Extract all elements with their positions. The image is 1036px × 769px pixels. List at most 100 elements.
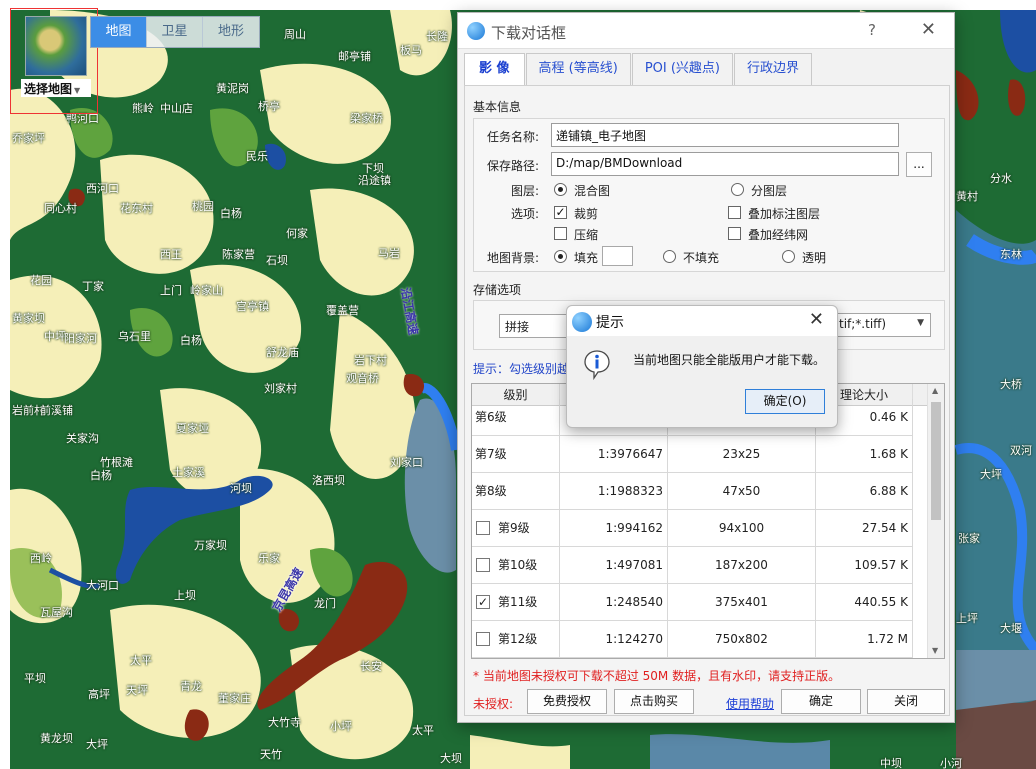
layer-split-radio[interactable]	[731, 183, 744, 196]
overlay-graticule-label: 叠加经纬网	[748, 228, 809, 242]
cell-size: 187x200	[668, 547, 816, 584]
map-type-tabs: 地图 卫星 地形	[90, 16, 260, 48]
close-icon[interactable]: ✕	[809, 309, 824, 330]
free-license-button[interactable]: 免费授权	[527, 689, 607, 714]
place-label: 花园	[30, 274, 52, 287]
background-fill-radio[interactable]	[554, 250, 567, 263]
storage-format-select[interactable]: tif;*.tiff) ▼	[833, 313, 931, 337]
help-link[interactable]: 使用帮助	[726, 695, 774, 712]
tab-elevation[interactable]: 高程 (等高线)	[525, 53, 631, 85]
place-label: 前溪铺	[40, 404, 73, 417]
level-checkbox[interactable]	[476, 521, 490, 535]
table-row[interactable]: 第8级 1:1988323 47x50 6.88 K	[472, 473, 913, 510]
table-row[interactable]: 第12级 1:124270 750x802 1.72 M	[472, 621, 913, 658]
background-nofill-radio[interactable]	[663, 250, 676, 263]
place-label: 瓦屋沟	[40, 606, 73, 619]
level-checkbox[interactable]: ✓	[476, 595, 490, 609]
tab-satellite[interactable]: 卫星	[147, 17, 203, 47]
place-label: 中坝	[880, 757, 902, 769]
place-label: 何家	[286, 227, 308, 240]
task-name-input[interactable]: 递铺镇_电子地图	[551, 123, 899, 147]
table-row[interactable]: 第9级 1:994162 94x100 27.54 K	[472, 510, 913, 547]
prompt-ok-button[interactable]: 确定(O)	[745, 389, 825, 414]
place-label: 万家坝	[194, 539, 227, 552]
cell-size: 47x50	[668, 473, 816, 510]
table-row[interactable]: ✓ 第11级 1:248540 375x401 440.55 K	[472, 584, 913, 621]
basic-info-title: 基本信息	[473, 100, 522, 114]
place-label: 西王	[160, 248, 182, 261]
place-label: 太平	[130, 654, 152, 667]
compress-checkbox[interactable]	[554, 227, 567, 240]
tab-map[interactable]: 地图	[91, 17, 147, 47]
place-label: 周山	[284, 28, 306, 41]
cell-scale: 1:497081	[560, 547, 668, 584]
cell-scale: 1:124270	[560, 621, 668, 658]
map-selector[interactable]: 选择地图 ▼	[10, 8, 98, 114]
scroll-down-icon[interactable]: ▼	[932, 646, 938, 655]
close-button[interactable]: 关闭	[867, 689, 945, 714]
options-label: 选项:	[510, 207, 539, 221]
table-row[interactable]: 第10级 1:497081 187x200 109.57 K	[472, 547, 913, 584]
place-label: 青龙	[180, 680, 202, 693]
prompt-titlebar[interactable]: 提示 ✕	[567, 306, 837, 336]
place-label: 小坪	[330, 720, 352, 733]
window-top-edge	[0, 0, 1036, 10]
place-label: 高坪	[88, 688, 110, 701]
info-icon	[584, 350, 610, 380]
cell-level: 第6级	[472, 399, 560, 436]
place-label: 岭家山	[190, 284, 223, 297]
browse-button[interactable]: ...	[906, 152, 932, 177]
place-label: 大坝	[440, 752, 462, 765]
cell-level: 第10级	[472, 547, 560, 584]
overlay-label-layer-checkbox[interactable]	[728, 206, 741, 219]
layer-mixed-radio[interactable]	[554, 183, 567, 196]
tab-poi[interactable]: POI (兴趣点)	[631, 53, 733, 85]
table-row[interactable]: 第7级 1:3976647 23x25 1.68 K	[472, 436, 913, 473]
place-label: 分水	[990, 172, 1012, 185]
place-label: 邮亭铺	[338, 50, 371, 63]
map-thumbnail[interactable]	[25, 16, 87, 76]
place-label: 中坪	[44, 330, 66, 343]
ok-button[interactable]: 确定	[781, 689, 861, 714]
place-label: 洛西坝	[312, 474, 345, 487]
overlay-graticule-checkbox[interactable]	[728, 227, 741, 240]
level-checkbox[interactable]	[476, 632, 490, 646]
dialog-titlebar[interactable]: 下载对话框 ? ✕	[458, 13, 954, 49]
place-label: 关家沟	[66, 432, 99, 445]
crop-checkbox[interactable]: ✓	[554, 206, 567, 219]
place-label: 沿途镇	[358, 174, 391, 187]
cell-scale: 1:248540	[560, 584, 668, 621]
tab-imagery[interactable]: 影 像	[464, 53, 525, 85]
place-label: 熊岭	[132, 102, 154, 115]
cell-scale: 1:1988323	[560, 473, 668, 510]
dialog-tabs: 影 像 高程 (等高线) POI (兴趣点) 行政边界	[464, 53, 813, 85]
level-table-scrollbar[interactable]: ▲ ▼	[927, 384, 944, 658]
background-transparent-radio[interactable]	[782, 250, 795, 263]
place-label: 天竹	[260, 748, 282, 761]
place-label: 花东村	[120, 202, 153, 215]
place-label: 黄村	[956, 190, 978, 203]
scroll-thumb[interactable]	[931, 402, 941, 520]
save-path-input[interactable]: D:/map/BMDownload	[551, 152, 899, 176]
place-label: 长隆	[426, 30, 448, 43]
select-map-button[interactable]: 选择地图 ▼	[21, 79, 91, 97]
scroll-up-icon[interactable]: ▲	[932, 386, 938, 395]
place-label: 龙门	[314, 597, 336, 610]
place-label: 乐家	[258, 552, 280, 565]
level-checkbox[interactable]	[476, 558, 490, 572]
close-icon[interactable]: ✕	[921, 19, 936, 40]
place-label: 宫亭镇	[236, 300, 269, 313]
place-label: 乔家坪	[12, 132, 45, 145]
tab-admin-boundary[interactable]: 行政边界	[734, 53, 813, 85]
storage-mode-select[interactable]: 拼接	[499, 314, 569, 338]
fill-color-swatch[interactable]	[602, 246, 633, 266]
cell-level: 第12级	[472, 621, 560, 658]
level-hint: 提示：勾选级别越	[473, 362, 570, 376]
buy-button[interactable]: 点击购买	[614, 689, 694, 714]
tab-terrain[interactable]: 地形	[203, 17, 259, 47]
cell-scale: 1:994162	[560, 510, 668, 547]
level-label: 第8级	[475, 484, 507, 498]
help-icon[interactable]: ?	[868, 21, 876, 39]
place-label: 舒龙庙	[266, 346, 299, 359]
place-label: 石坝	[266, 254, 288, 267]
